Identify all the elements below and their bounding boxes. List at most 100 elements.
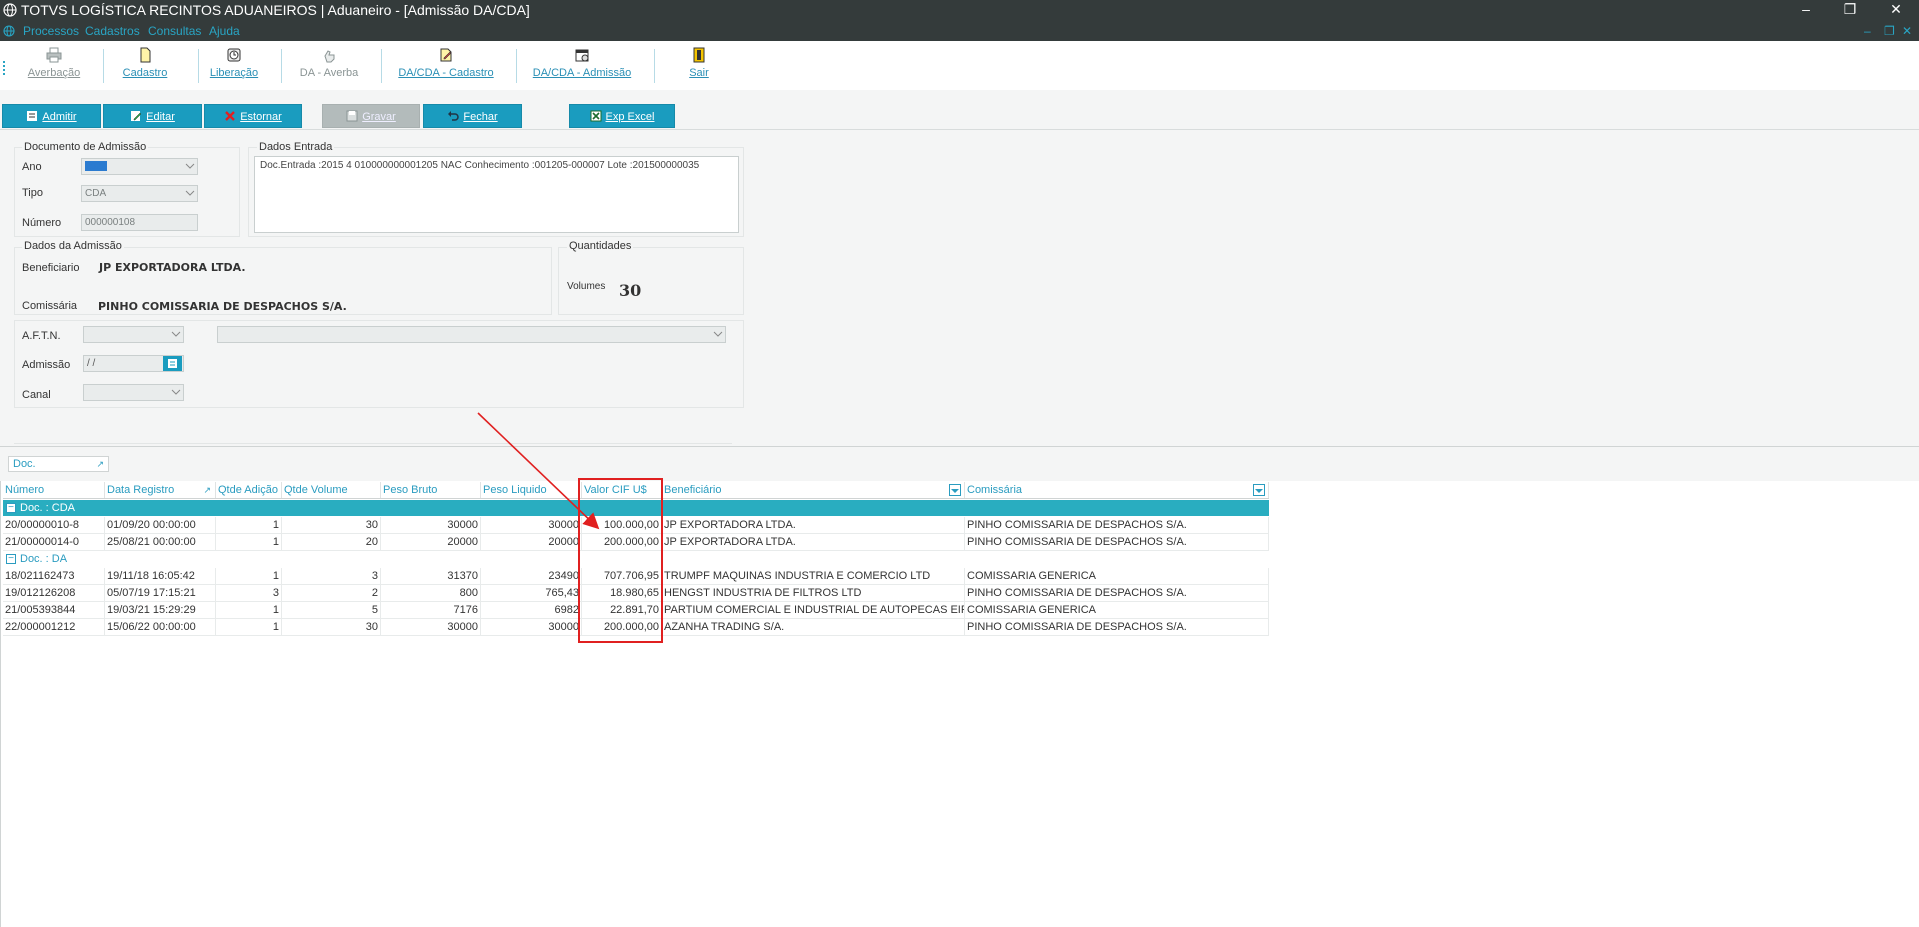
minimize-button[interactable]: – — [1786, 0, 1826, 21]
grid-header: Número Data Registro ↗ Qtde Adição Qtde Volu… — [3, 482, 1269, 499]
column-header-7[interactable]: Beneficiário — [662, 482, 965, 498]
chevron-down-icon — [713, 331, 723, 337]
toolbar-separator — [281, 49, 282, 83]
table-cell: 21/00000014-0 — [3, 534, 105, 551]
window-title: TOTVS LOGÍSTICA RECINTOS ADUANEIROS | Ad… — [21, 2, 530, 18]
sort-asc-icon: ↗ — [203, 485, 211, 495]
table-cell: PARTIUM COMERCIAL E INDUSTRIAL DE AUTOPE… — [662, 602, 965, 619]
group-row[interactable]: − Doc. : DA — [3, 551, 1269, 567]
table-cell: 7176 — [381, 602, 481, 619]
column-header-0[interactable]: Número — [3, 482, 105, 498]
aftn-name-combo[interactable] — [217, 326, 726, 343]
da-averba-button[interactable]: DA - Averba — [292, 45, 366, 87]
group-by-doc-chip[interactable]: Doc. ↗ — [8, 456, 109, 472]
aftn-combo[interactable] — [83, 326, 184, 343]
table-cell: 5 — [282, 602, 381, 619]
da-cda-admissao-label: DA/CDA - Admissão — [532, 67, 632, 79]
canal-combo[interactable] — [83, 384, 184, 401]
table-cell: COMISSARIA GENERICA — [965, 568, 1269, 585]
filter-dropdown-icon[interactable] — [1253, 484, 1265, 496]
da-cda-admissao-button[interactable]: DA/CDA - Admissão — [530, 45, 634, 87]
table-row[interactable]: 19/012126208 05/07/19 17:15:21 3 2 800 765,43… — [3, 585, 1269, 602]
exp-excel-button[interactable]: Exp Excel — [569, 104, 675, 128]
column-header-2[interactable]: Qtde Adição — [216, 482, 282, 498]
close-button[interactable]: ✕ — [1876, 0, 1916, 21]
aftn-label: A.F.T.N. — [22, 330, 61, 342]
chevron-down-icon — [171, 389, 181, 395]
calendar-picker-button[interactable] — [163, 356, 182, 371]
ano-combo[interactable]: 2022 — [81, 158, 198, 175]
collapse-icon[interactable]: − — [6, 503, 16, 513]
ano-label: Ano — [22, 161, 42, 173]
menu-processos[interactable]: Processos — [23, 24, 79, 38]
column-header-5[interactable]: Peso Liquido — [481, 482, 582, 498]
dados-entrada-label: Dados Entrada — [257, 141, 335, 153]
toolbar-separator — [516, 49, 517, 83]
menu-bar: Processos Cadastros Consultas Ajuda – ❐ … — [0, 21, 1919, 41]
mdi-close-button[interactable]: ✕ — [1902, 24, 1912, 38]
chevron-down-icon — [185, 190, 195, 196]
editar-button[interactable]: Editar — [103, 104, 202, 128]
estornar-button[interactable]: Estornar — [204, 104, 302, 128]
title-bar: TOTVS LOGÍSTICA RECINTOS ADUANEIROS | Ad… — [0, 0, 1919, 21]
beneficiario-label: Beneficiario — [22, 262, 80, 274]
table-row[interactable]: 18/021162473 19/11/18 16:05:42 1 3 31370 2349… — [3, 568, 1269, 585]
menu-cadastros[interactable]: Cadastros — [85, 24, 140, 38]
table-row[interactable]: 21/005393844 19/03/21 15:29:29 1 5 7176 6982 2… — [3, 602, 1269, 619]
numero-field[interactable]: 000000108 — [81, 214, 198, 231]
table-cell: 20 — [282, 534, 381, 551]
restore-button[interactable]: ❐ — [1830, 0, 1870, 21]
admitir-button[interactable]: Admitir — [2, 104, 101, 128]
cadastro-label: Cadastro — [122, 67, 168, 79]
table-row[interactable]: 20/00000010-8 01/09/20 00:00:00 1 30 30000 30… — [3, 517, 1269, 534]
column-header-8[interactable]: Comissária — [965, 482, 1269, 498]
main-toolbar: Averbação Cadastro Liberação DA - Averba… — [0, 41, 1919, 90]
fechar-button[interactable]: Fechar — [423, 104, 522, 128]
form-icon — [27, 111, 38, 121]
estornar-label: Estornar — [240, 111, 282, 123]
gravar-button[interactable]: Gravar — [322, 104, 420, 128]
documento-group-label: Documento de Admissão — [22, 141, 149, 153]
menu-ajuda[interactable]: Ajuda — [209, 24, 240, 38]
table-cell: 3 — [216, 585, 282, 602]
admissao-date-field[interactable]: / / — [83, 355, 184, 372]
column-header-3[interactable]: Qtde Volume — [282, 482, 381, 498]
sort-asc-icon: ↗ — [96, 459, 104, 469]
group-by-panel — [0, 447, 1919, 481]
group-label: Doc. : DA — [20, 553, 68, 565]
hand-icon — [324, 50, 335, 63]
column-header-4[interactable]: Peso Bruto — [381, 482, 481, 498]
sair-button[interactable]: Sair — [686, 45, 712, 87]
tipo-label: Tipo — [22, 187, 43, 199]
filter-dropdown-icon[interactable] — [949, 484, 961, 496]
mdi-restore-button[interactable]: ❐ — [1884, 24, 1895, 38]
table-row[interactable]: 21/00000014-0 25/08/21 00:00:00 1 20 20000 20… — [3, 534, 1269, 551]
excel-icon — [590, 110, 602, 122]
liberacao-button[interactable]: Liberação — [208, 45, 260, 87]
da-cda-cadastro-label: DA/CDA - Cadastro — [398, 67, 494, 79]
admitir-label: Admitir — [42, 111, 77, 123]
table-cell: AZANHA TRADING S/A. — [662, 619, 965, 636]
collapse-icon[interactable]: − — [6, 554, 16, 564]
admissao-date-value: / / — [87, 358, 96, 369]
volumes-label: Volumes — [567, 281, 606, 292]
da-cda-cadastro-button[interactable]: DA/CDA - Cadastro — [396, 45, 496, 87]
tipo-combo[interactable]: CDA — [81, 185, 198, 202]
dados-admissao-label: Dados da Admissão — [22, 240, 124, 252]
toolbar-grip[interactable] — [3, 61, 5, 75]
save-icon — [346, 110, 358, 122]
table-cell: 20000 — [381, 534, 481, 551]
mdi-minimize-button[interactable]: – — [1864, 24, 1871, 38]
column-header-1[interactable]: Data Registro ↗ — [105, 482, 216, 498]
menu-consultas[interactable]: Consultas — [148, 24, 201, 38]
cadastro-button[interactable]: Cadastro — [115, 45, 175, 87]
table-cell: PINHO COMISSARIA DE DESPACHOS S/A. — [965, 517, 1269, 534]
averbacao-button[interactable]: Averbação — [22, 45, 86, 87]
group-row[interactable]: − Doc. : CDA — [3, 500, 1269, 516]
table-cell: 800 — [381, 585, 481, 602]
column-header-6[interactable]: Valor CIF U$ — [582, 482, 662, 498]
table-row[interactable]: 22/000001212 15/06/22 00:00:00 1 30 30000 300… — [3, 619, 1269, 636]
dados-entrada-memo[interactable]: Doc.Entrada :2015 4 010000000001205 NAC … — [254, 156, 739, 233]
averbacao-label: Averbação — [27, 67, 81, 79]
printer-icon — [46, 47, 62, 63]
